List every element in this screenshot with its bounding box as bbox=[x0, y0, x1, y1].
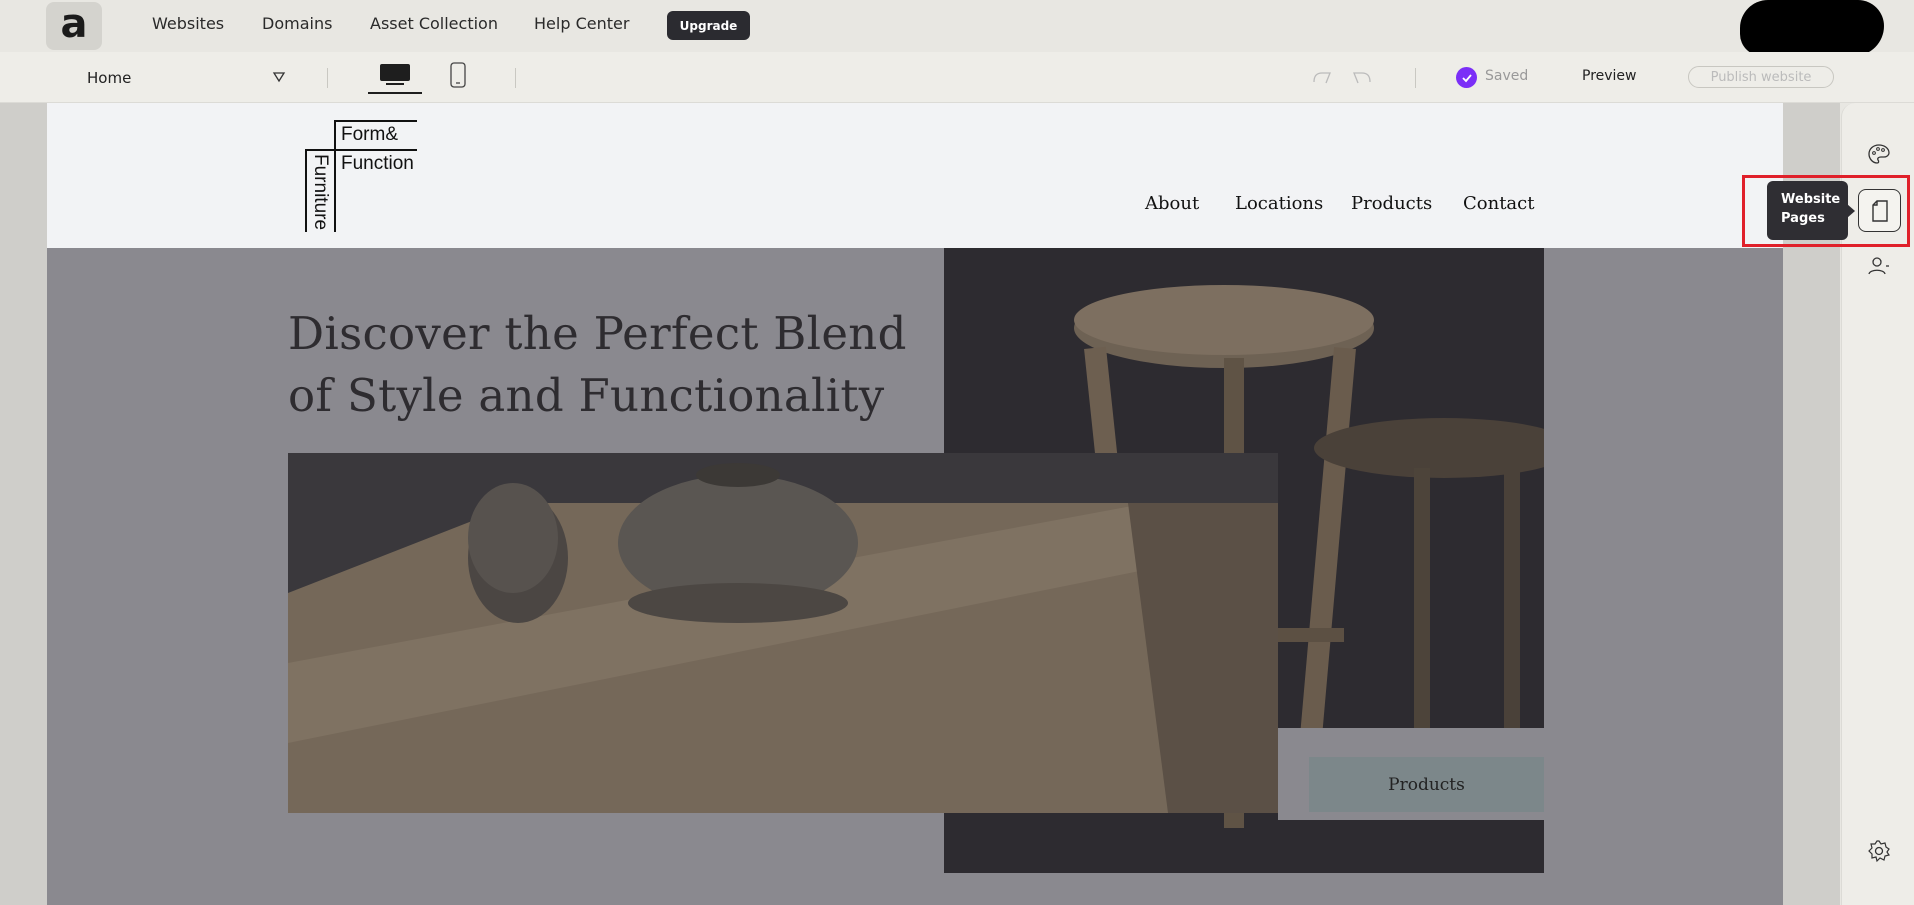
users-icon[interactable] bbox=[1865, 252, 1893, 280]
nav-help-center[interactable]: Help Center bbox=[534, 14, 629, 33]
preview-button[interactable]: Preview bbox=[1582, 68, 1637, 84]
nav-asset-collection[interactable]: Asset Collection bbox=[370, 14, 498, 33]
site-nav-products[interactable]: Products bbox=[1351, 193, 1432, 214]
brand-line2: Function bbox=[341, 153, 414, 174]
hero-title: Discover the Perfect Blend of Style and … bbox=[288, 307, 907, 422]
site-nav-locations[interactable]: Locations bbox=[1235, 193, 1323, 214]
top-nav: a Websites Domains Asset Collection Help… bbox=[0, 0, 1914, 56]
website-preview[interactable]: Form& Function Furniture About Locations… bbox=[47, 103, 1783, 905]
saved-status: Saved bbox=[1485, 68, 1529, 84]
divider bbox=[1415, 68, 1416, 88]
products-cta-button[interactable]: Products bbox=[1309, 757, 1544, 812]
logo-letter: a bbox=[60, 1, 88, 47]
divider bbox=[515, 68, 516, 88]
desktop-view-button[interactable] bbox=[368, 62, 422, 94]
nav-websites[interactable]: Websites bbox=[152, 14, 224, 33]
divider bbox=[327, 68, 328, 88]
site-header: Form& Function Furniture About Locations… bbox=[47, 103, 1783, 248]
hero-vase-image bbox=[288, 453, 1278, 813]
logo-line bbox=[305, 149, 417, 151]
undo-redo-icons[interactable] bbox=[1310, 68, 1374, 88]
palette-icon[interactable] bbox=[1865, 141, 1893, 169]
brand-vertical: Furniture bbox=[310, 154, 331, 231]
logo-line bbox=[305, 149, 307, 232]
upgrade-button[interactable]: Upgrade bbox=[667, 11, 750, 40]
brand-logo[interactable]: Form& Function Furniture bbox=[305, 120, 417, 232]
mobile-icon[interactable] bbox=[449, 62, 467, 88]
app-logo[interactable]: a bbox=[46, 2, 102, 50]
site-nav-about[interactable]: About bbox=[1145, 193, 1199, 214]
check-icon bbox=[1456, 67, 1477, 88]
highlight-annotation bbox=[1742, 175, 1910, 247]
brand-line1: Form& bbox=[341, 124, 398, 145]
nav-domains[interactable]: Domains bbox=[262, 14, 332, 33]
logo-line bbox=[334, 120, 417, 122]
user-account-redacted[interactable] bbox=[1740, 0, 1884, 56]
gear-icon[interactable] bbox=[1865, 837, 1893, 865]
editor-toolbar: Home Saved Preview Publish website bbox=[0, 52, 1914, 103]
page-selector[interactable]: Home bbox=[87, 69, 131, 87]
publish-website-button[interactable]: Publish website bbox=[1688, 66, 1834, 88]
site-nav-contact[interactable]: Contact bbox=[1463, 193, 1534, 214]
logo-line bbox=[334, 120, 336, 232]
desktop-icon bbox=[380, 64, 410, 85]
chevron-down-icon[interactable] bbox=[272, 70, 286, 84]
